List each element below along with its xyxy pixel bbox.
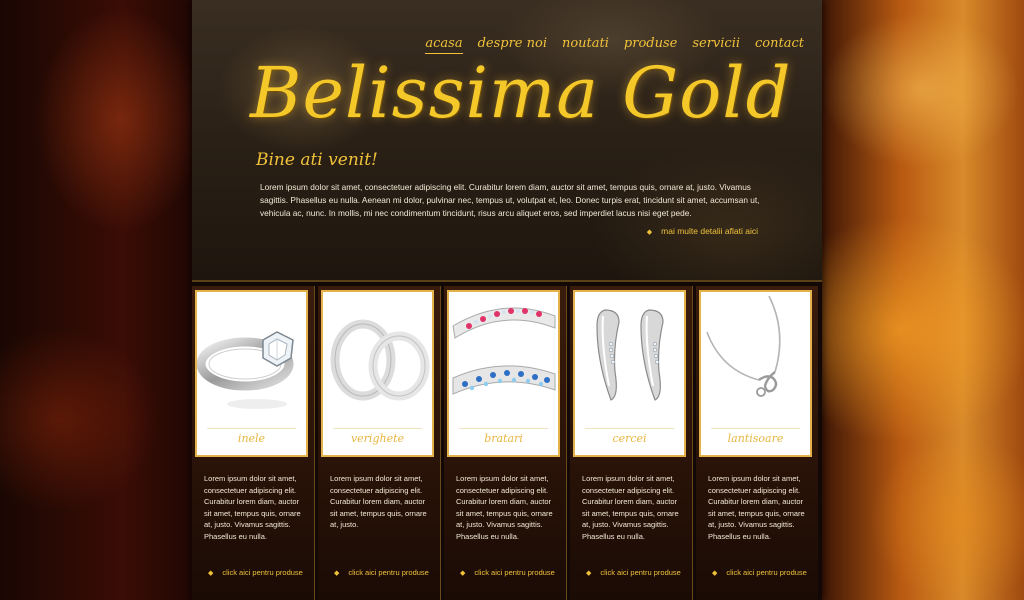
- card-divider: [711, 428, 800, 429]
- product-description: Lorem ipsum dolor sit amet, consectetuer…: [708, 474, 805, 541]
- product-link[interactable]: ◆ click aici pentru produse: [334, 568, 429, 577]
- card-divider: [459, 428, 548, 429]
- diamond-bullet-icon: ◆: [460, 570, 466, 577]
- product-name: inele: [237, 432, 266, 445]
- product-column-cercei: cercei Lorem ipsum dolor sit amet, conse…: [570, 286, 693, 600]
- product-column-inele: inele Lorem ipsum dolor sit amet, consec…: [192, 286, 315, 600]
- card-divider: [585, 428, 674, 429]
- product-card[interactable]: cercei: [573, 290, 686, 457]
- product-link[interactable]: ◆ click aici pentru produse: [586, 568, 681, 577]
- product-description: Lorem ipsum dolor sit amet, consectetuer…: [456, 474, 553, 541]
- product-name: bratari: [484, 432, 523, 445]
- diamond-bullet-icon: ◆: [646, 229, 653, 236]
- product-link-label: click aici pentru produse: [348, 568, 429, 577]
- product-description: Lorem ipsum dolor sit amet, consectetuer…: [582, 474, 679, 541]
- site-container: acasa despre noi noutati produse servici…: [192, 0, 822, 600]
- necklace-icon: [706, 295, 781, 397]
- product-name: lantisoare: [727, 432, 784, 445]
- card-divider: [207, 428, 296, 429]
- product-column-lantisoare: lantisoare Lorem ipsum dolor sit amet, c…: [696, 286, 818, 600]
- product-card[interactable]: verighete: [321, 290, 434, 457]
- product-link[interactable]: ◆ click aici pentru produse: [460, 568, 555, 577]
- bracelet-icon: [452, 307, 556, 395]
- product-link-label: click aici pentru produse: [600, 568, 681, 577]
- more-details-label: mai multe detalii aflati aici: [661, 226, 758, 236]
- product-link-label: click aici pentru produse: [222, 568, 303, 577]
- products-row: inele Lorem ipsum dolor sit amet, consec…: [192, 286, 822, 600]
- diamond-bullet-icon: ◆: [208, 570, 214, 577]
- product-link-label: click aici pentru produse: [726, 568, 807, 577]
- diamond-bullet-icon: ◆: [712, 570, 718, 577]
- product-name: cercei: [612, 432, 647, 445]
- product-card[interactable]: lantisoare: [699, 290, 812, 457]
- ring-icon: [197, 331, 294, 409]
- product-card[interactable]: inele: [195, 290, 308, 457]
- product-card[interactable]: bratari: [447, 290, 560, 457]
- card-divider: [333, 428, 422, 429]
- product-column-verighete: verighete Lorem ipsum dolor sit amet, co…: [318, 286, 441, 600]
- product-link[interactable]: ◆ click aici pentru produse: [712, 568, 807, 577]
- product-description: Lorem ipsum dolor sit amet, consectetuer…: [204, 474, 301, 541]
- product-description: Lorem ipsum dolor sit amet, consectetuer…: [330, 474, 427, 530]
- product-name: verighete: [350, 432, 405, 445]
- diamond-bullet-icon: ◆: [334, 570, 340, 577]
- header: acasa despre noi noutati produse servici…: [192, 0, 822, 282]
- diamond-bullet-icon: ◆: [586, 570, 592, 577]
- earrings-icon: [596, 309, 664, 401]
- wedding-bands-icon: [330, 319, 430, 401]
- welcome-heading: Bine ati venit!: [256, 150, 378, 170]
- product-link-label: click aici pentru produse: [474, 568, 555, 577]
- site-logo: Belissima Gold: [250, 52, 792, 134]
- product-link[interactable]: ◆ click aici pentru produse: [208, 568, 303, 577]
- intro-text: Lorem ipsum dolor sit amet, consectetuer…: [260, 182, 760, 218]
- product-column-bratari: bratari Lorem ipsum dolor sit amet, cons…: [444, 286, 567, 600]
- more-details-link[interactable]: ◆ mai multe detalii aflati aici: [647, 226, 758, 236]
